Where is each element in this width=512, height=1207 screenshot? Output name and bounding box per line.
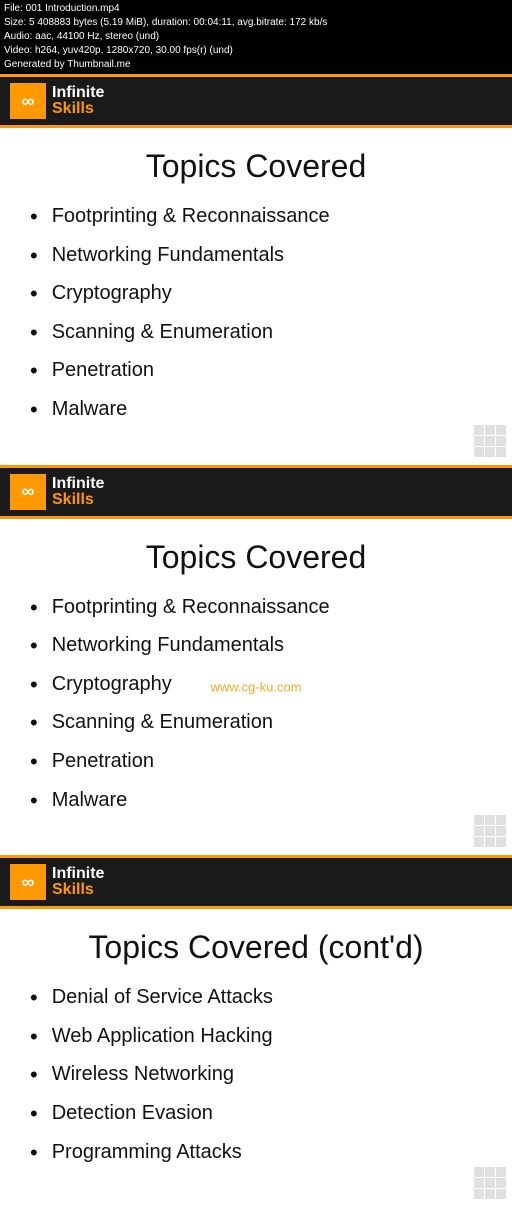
- slide-1: Topics Covered Footprinting & Reconnaiss…: [0, 128, 512, 465]
- list-item: Cryptography: [30, 280, 482, 309]
- list-item: Cryptography: [30, 671, 482, 700]
- list-item: Penetration: [30, 748, 482, 777]
- logo-bar-2: ∞ Infinite Skills: [0, 465, 512, 519]
- logo-text-2: Infinite Skills: [52, 476, 104, 508]
- list-item: Penetration: [30, 357, 482, 386]
- list-item: Malware: [30, 396, 482, 425]
- logo-bar-1: ∞ Infinite Skills: [0, 74, 512, 128]
- list-item: Scanning & Enumeration: [30, 319, 482, 348]
- list-item: Scanning & Enumeration: [30, 709, 482, 738]
- logo-text-3: Infinite Skills: [52, 866, 104, 898]
- logo-box-2: ∞ Infinite Skills: [10, 474, 104, 510]
- logo-icon-2: ∞: [10, 474, 46, 510]
- logo-skills-1: Skills: [52, 101, 104, 117]
- logo-skills-3: Skills: [52, 882, 104, 898]
- list-item: Wireless Networking: [30, 1061, 482, 1090]
- list-item: Programming Attacks: [30, 1139, 482, 1168]
- logo-icon-1: ∞: [10, 83, 46, 119]
- logo-infinite-2: Infinite: [52, 476, 104, 492]
- watermark-grid-2: [474, 815, 506, 847]
- logo-box-3: ∞ Infinite Skills: [10, 864, 104, 900]
- watermark-1: [474, 425, 506, 457]
- logo-bar-3: ∞ Infinite Skills: [0, 855, 512, 909]
- list-item: Networking Fundamentals: [30, 632, 482, 661]
- slide-1-title: Topics Covered: [30, 148, 482, 185]
- list-item: Web Application Hacking: [30, 1023, 482, 1052]
- logo-icon-3: ∞: [10, 864, 46, 900]
- watermark-2: [474, 815, 506, 847]
- list-item: Networking Fundamentals: [30, 242, 482, 271]
- watermark-grid-1: [474, 425, 506, 457]
- slide-3: Topics Covered (cont'd) Denial of Servic…: [0, 909, 512, 1207]
- logo-text-1: Infinite Skills: [52, 85, 104, 117]
- logo-infinite-1: Infinite: [52, 85, 104, 101]
- watermark-grid-3: [474, 1167, 506, 1199]
- logo-infinite-3: Infinite: [52, 866, 104, 882]
- logo-box-1: ∞ Infinite Skills: [10, 83, 104, 119]
- slide-2-title: Topics Covered: [30, 539, 482, 576]
- slide-2: Topics Covered Footprinting & Reconnaiss…: [0, 519, 512, 856]
- logo-skills-2: Skills: [52, 492, 104, 508]
- list-item: Denial of Service Attacks: [30, 984, 482, 1013]
- list-item: Malware: [30, 787, 482, 816]
- slide-3-topic-list: Denial of Service Attacks Web Applicatio…: [30, 984, 482, 1167]
- slide-3-title: Topics Covered (cont'd): [30, 929, 482, 966]
- top-info-bar: File: 001 Introduction.mp4 Size: 5 40888…: [0, 0, 512, 74]
- list-item: Footprinting & Reconnaissance: [30, 203, 482, 232]
- slide-2-topic-list: Footprinting & Reconnaissance Networking…: [30, 594, 482, 816]
- watermark-3: [474, 1167, 506, 1199]
- slide-1-topic-list: Footprinting & Reconnaissance Networking…: [30, 203, 482, 425]
- list-item: Detection Evasion: [30, 1100, 482, 1129]
- list-item: Footprinting & Reconnaissance: [30, 594, 482, 623]
